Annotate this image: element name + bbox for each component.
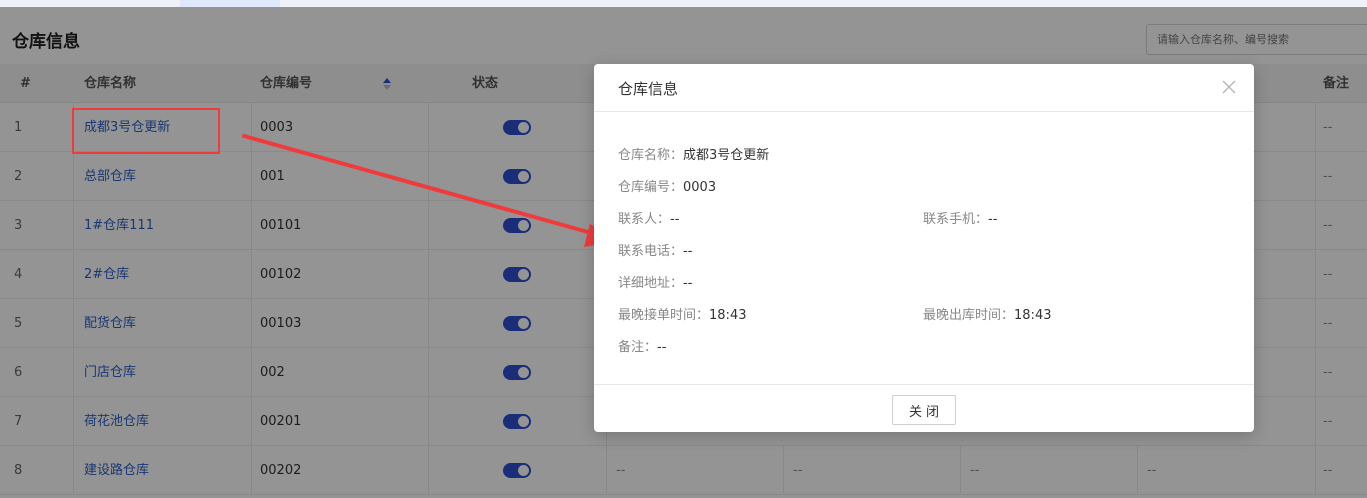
modal-body: 仓库名称：成都3号仓更新 仓库编号：0003 联系人：-- 联系手机：-- 联系… [594,112,1254,384]
field-outbound-cutoff: 最晚出库时间：18:43 [923,304,1051,323]
modal-title: 仓库信息 [618,80,679,98]
field-remark: 备注：-- [618,336,666,355]
field-value: 18:43 [709,308,747,323]
field-value: 0003 [683,180,717,195]
field-label: 仓库编号： [618,180,684,195]
field-value: -- [683,244,693,259]
field-value: -- [988,212,998,227]
field-phone: 联系电话：-- [618,240,692,259]
field-label: 联系人： [618,212,671,227]
field-value: 成都3号仓更新 [683,148,770,163]
field-mobile: 联系手机：-- [923,208,997,227]
top-tab-strip [0,0,1367,7]
field-order-cutoff: 最晚接单时间：18:43 [618,304,746,323]
field-contact: 联系人：-- [618,208,679,227]
annotation-highlight-box [72,108,220,154]
close-icon[interactable] [1220,78,1238,96]
close-button[interactable]: 关闭 [892,395,956,425]
field-warehouse-name: 仓库名称：成都3号仓更新 [618,144,769,163]
field-warehouse-code: 仓库编号：0003 [618,176,716,195]
field-label: 备注： [618,340,658,355]
field-label: 详细地址： [618,276,684,291]
warehouse-info-modal: 仓库信息 仓库名称：成都3号仓更新 仓库编号：0003 联系人：-- 联系手机：… [594,64,1254,432]
field-label: 最晚接单时间： [618,308,710,323]
field-label: 仓库名称： [618,148,684,163]
modal-footer: 关闭 [594,384,1254,432]
field-value: -- [657,340,667,355]
field-label: 联系电话： [618,244,684,259]
field-label: 联系手机： [923,212,989,227]
field-address: 详细地址：-- [618,272,692,291]
modal-header: 仓库信息 [594,64,1254,112]
field-label: 最晚出库时间： [923,308,1015,323]
active-tab-indicator[interactable] [180,0,280,7]
field-value: -- [670,212,680,227]
field-value: 18:43 [1014,308,1052,323]
field-value: -- [683,276,693,291]
